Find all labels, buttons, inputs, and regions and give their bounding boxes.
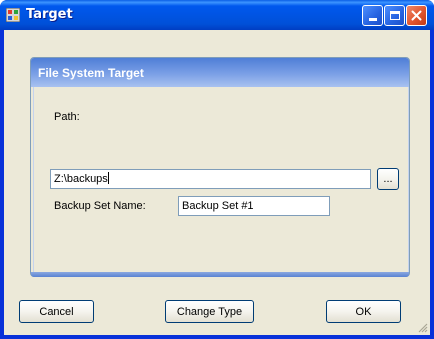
path-value: Z:\backups [54, 173, 108, 185]
browse-button-label: ... [383, 173, 393, 185]
app-icon [6, 8, 20, 22]
minimize-button[interactable] [362, 5, 383, 26]
close-button[interactable] [406, 5, 427, 26]
backup-set-name-value: Backup Set #1 [182, 200, 254, 212]
group-title: File System Target [38, 66, 144, 80]
maximize-icon [389, 11, 400, 20]
text-caret [107, 172, 109, 184]
minimize-icon [368, 18, 377, 21]
file-system-target-group: File System Target Path: Z:\backups ... … [30, 57, 410, 277]
backup-set-name-label: Backup Set Name: [54, 200, 146, 212]
change-type-button-label: Change Type [176, 305, 243, 318]
cancel-button-label: Cancel [39, 305, 74, 318]
backup-set-name-input[interactable]: Backup Set #1 [178, 196, 330, 216]
resize-grip-icon[interactable] [416, 321, 428, 333]
close-icon [411, 10, 422, 21]
path-label: Path: [54, 111, 80, 123]
browse-button[interactable]: ... [377, 168, 399, 190]
window-title: Target [26, 7, 73, 22]
path-input[interactable]: Z:\backups [50, 169, 371, 189]
change-type-button[interactable]: Change Type [165, 300, 254, 323]
dialog-window: Target File System Target Path: Z:\backu… [0, 0, 434, 339]
maximize-button[interactable] [384, 5, 405, 26]
title-bar[interactable]: Target [0, 0, 434, 30]
cancel-button[interactable]: Cancel [19, 300, 94, 323]
group-bottom-border [31, 272, 409, 277]
ok-button[interactable]: OK [326, 300, 401, 323]
dialog-body: File System Target Path: Z:\backups ... … [4, 30, 430, 335]
group-header: File System Target [31, 58, 409, 87]
ok-button-label: OK [355, 305, 372, 318]
